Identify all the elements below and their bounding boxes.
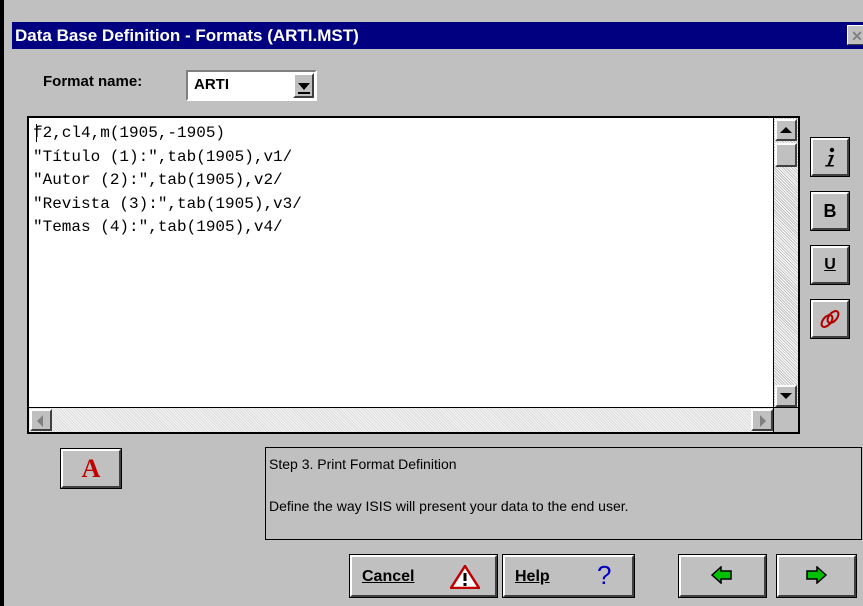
editor-line: f2,cl4,m(1905,-1905) — [33, 124, 226, 142]
editor-line: "Revista (3):",tab(1905),v3/ — [33, 194, 302, 213]
help-button[interactable]: Help ? — [502, 554, 635, 598]
bold-label: B — [823, 200, 837, 221]
next-button[interactable] — [776, 554, 857, 598]
editor-line: "Título (1):",tab(1905),v1/ — [33, 147, 293, 166]
italic-icon — [825, 147, 835, 167]
font-label: A — [81, 453, 101, 483]
scroll-right-icon[interactable] — [751, 409, 773, 431]
horizontal-scrollbar[interactable] — [29, 407, 774, 432]
format-name-select[interactable]: ARTI — [186, 70, 317, 101]
arrow-right-icon — [806, 566, 827, 584]
dialog-window: Data Base Definition - Formats (ARTI.MST… — [0, 0, 863, 606]
scroll-down-icon[interactable] — [775, 385, 797, 407]
format-name-value: ARTI — [194, 76, 229, 93]
window-title: Data Base Definition - Formats (ARTI.MST… — [15, 26, 359, 45]
step-info-panel: Step 3. Print Format Definition Define t… — [265, 447, 862, 540]
italic-button[interactable] — [810, 137, 850, 177]
question-icon: ? — [597, 560, 612, 590]
underline-button[interactable]: U — [810, 245, 850, 285]
underline-label: U — [824, 256, 836, 273]
help-label: Help — [515, 568, 550, 585]
arrow-left-icon — [711, 566, 732, 584]
editor-line: "Autor (2):",tab(1905),v2/ — [33, 171, 283, 189]
bold-button[interactable]: B — [810, 191, 850, 231]
editor-line: "Temas (4):",tab(1905),v4/ — [33, 218, 283, 236]
chain-link-icon — [820, 310, 840, 328]
scroll-up-icon[interactable] — [775, 119, 797, 141]
scroll-left-icon[interactable] — [30, 409, 52, 431]
font-button[interactable]: A — [60, 448, 122, 489]
cancel-button[interactable]: Cancel — [349, 554, 498, 598]
editor-text[interactable]: f2,cl4,m(1905,-1905) "Título (1):",tab(19… — [33, 122, 302, 240]
previous-button[interactable] — [678, 554, 767, 598]
vertical-scrollbar[interactable] — [773, 118, 798, 408]
chevron-down-icon[interactable] — [293, 73, 314, 98]
window-edge — [0, 0, 4, 606]
text-caret — [36, 124, 37, 142]
format-editor[interactable]: f2,cl4,m(1905,-1905) "Título (1):",tab(19… — [27, 116, 800, 434]
title-bar[interactable]: Data Base Definition - Formats (ARTI.MST… — [12, 22, 863, 49]
step-title: Step 3. Print Format Definition — [269, 456, 457, 472]
close-icon[interactable]: ✕ — [847, 25, 863, 45]
link-button[interactable] — [810, 299, 850, 339]
step-description: Define the way ISIS will present your da… — [269, 498, 629, 514]
warning-icon — [450, 565, 480, 589]
scroll-thumb[interactable] — [775, 143, 797, 167]
cancel-label: Cancel — [362, 568, 415, 585]
format-name-label: Format name: — [43, 73, 143, 90]
scrollbar-corner — [773, 407, 798, 432]
